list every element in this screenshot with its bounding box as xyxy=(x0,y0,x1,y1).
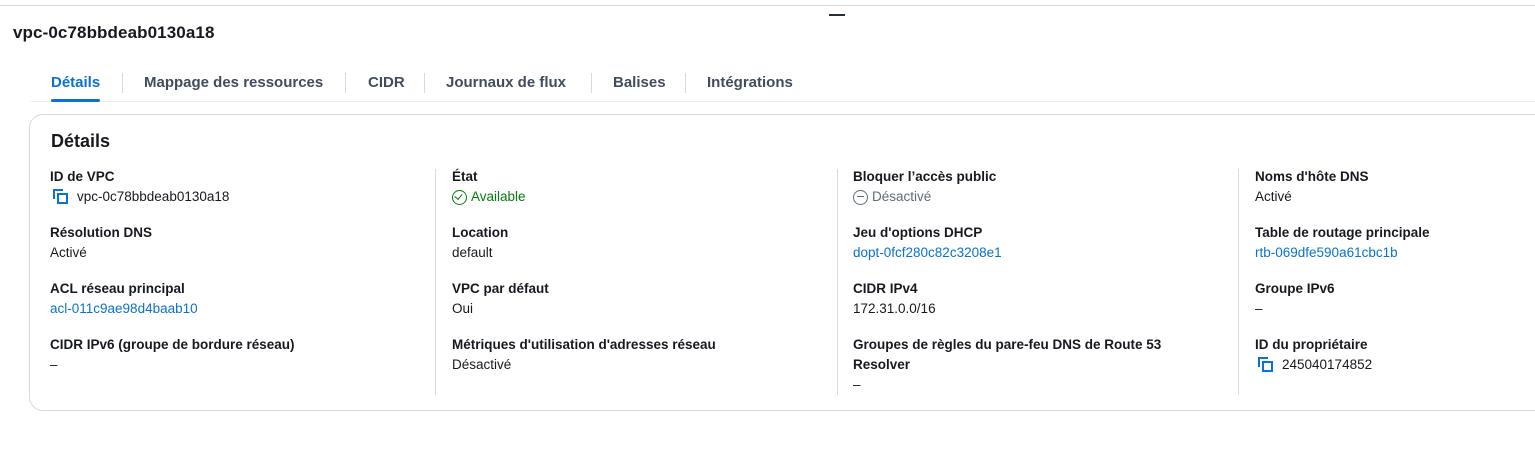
page-title: vpc-0c78bbdeab0130a18 xyxy=(13,23,215,42)
column-divider xyxy=(435,169,436,395)
field-dns-resolution: Résolution DNS Activé xyxy=(50,223,152,263)
panel-title: Détails xyxy=(51,131,111,151)
field-location: Location default xyxy=(452,223,508,263)
field-value: – xyxy=(1255,301,1263,316)
status-stopped-icon xyxy=(853,189,868,205)
dhcp-options-link[interactable]: dopt-0fcf280c82c3208e1 xyxy=(853,243,1002,263)
field-dhcp-options: Jeu d'options DHCP dopt-0fcf280c82c3208e… xyxy=(853,223,1002,263)
tab-separator xyxy=(122,73,123,93)
field-value: Oui xyxy=(452,301,474,316)
tab-integrations[interactable]: Intégrations xyxy=(707,64,793,101)
tab-separator xyxy=(424,73,425,93)
field-value: default xyxy=(452,245,493,260)
tab-separator xyxy=(591,73,592,93)
field-label: Métriques d'utilisation d'adresses résea… xyxy=(452,337,716,352)
tab-separator xyxy=(685,73,686,93)
block-public-access-value: Désactivé xyxy=(872,189,932,204)
field-value: Désactivé xyxy=(853,187,996,207)
field-label: Groupe IPv6 xyxy=(1255,281,1335,296)
tab-tags[interactable]: Balises xyxy=(613,64,666,101)
field-dns-hostnames: Noms d'hôte DNS Activé xyxy=(1255,167,1368,207)
field-value: 245040174852 xyxy=(1255,355,1372,375)
field-label: ACL réseau principal xyxy=(50,281,185,296)
vpc-id-value: vpc-0c78bbdeab0130a18 xyxy=(77,189,230,204)
copy-icon[interactable] xyxy=(53,189,71,205)
status-success-icon xyxy=(452,189,467,205)
field-ipv6-cidr-border: CIDR IPv6 (groupe de bordure réseau) – xyxy=(50,335,295,375)
field-main-acl: ACL réseau principal acl-011c9ae98d4baab… xyxy=(50,279,198,319)
field-label: Jeu d'options DHCP xyxy=(853,225,983,240)
panel-resize-handle[interactable] xyxy=(829,14,845,16)
tab-details[interactable]: Détails xyxy=(51,64,101,102)
field-label: VPC par défaut xyxy=(452,281,549,296)
field-value: 172.31.0.0/16 xyxy=(853,301,936,316)
field-default-vpc: VPC par défaut Oui xyxy=(452,279,549,319)
field-value: Désactivé xyxy=(452,357,512,372)
field-label: Noms d'hôte DNS xyxy=(1255,169,1369,184)
field-ipv4-cidr: CIDR IPv4 172.31.0.0/16 xyxy=(853,279,936,319)
field-label: CIDR IPv6 (groupe de bordure réseau) xyxy=(50,337,295,352)
copy-icon[interactable] xyxy=(1258,357,1276,373)
field-block-public-access: Bloquer l’accès public Désactivé xyxy=(853,167,996,207)
field-label: Location xyxy=(452,225,509,240)
field-value: – xyxy=(853,377,861,392)
tab-list: Détails Mappage des ressources CIDR Jour… xyxy=(31,64,1535,102)
field-label: État xyxy=(452,169,478,184)
field-value: Available xyxy=(452,187,526,207)
field-label: Table de routage principale xyxy=(1255,225,1430,240)
details-panel: Détails ID de VPC vpc-0c78bbdeab0130a18 … xyxy=(29,114,1535,411)
main-route-table-link[interactable]: rtb-069dfe590a61cbc1b xyxy=(1255,243,1430,263)
main-acl-link[interactable]: acl-011c9ae98d4baab10 xyxy=(50,299,198,319)
field-value: Activé xyxy=(1255,189,1292,204)
top-border xyxy=(0,0,1535,6)
column-divider xyxy=(1238,169,1239,395)
field-state: État Available xyxy=(452,167,526,207)
field-network-metrics: Métriques d'utilisation d'adresses résea… xyxy=(452,335,716,375)
state-value: Available xyxy=(471,189,526,204)
field-label: ID du propriétaire xyxy=(1255,337,1368,352)
field-value: Activé xyxy=(50,245,87,260)
field-ipv6-group: Groupe IPv6 – xyxy=(1255,279,1335,319)
field-main-route-table: Table de routage principale rtb-069dfe59… xyxy=(1255,223,1430,263)
column-divider xyxy=(837,169,838,395)
field-label: ID de VPC xyxy=(50,169,115,184)
tab-resource-map[interactable]: Mappage des ressources xyxy=(144,64,323,101)
field-owner-id: ID du propriétaire 245040174852 xyxy=(1255,335,1372,375)
field-label-continued: Resolver xyxy=(853,357,911,372)
field-route53-firewall: Groupes de règles du pare-feu DNS de Rou… xyxy=(853,335,1161,395)
field-label: CIDR IPv4 xyxy=(853,281,918,296)
field-label: Bloquer l’accès public xyxy=(853,169,997,184)
field-label: Groupes de règles du pare-feu DNS de Rou… xyxy=(853,337,1162,352)
field-value: vpc-0c78bbdeab0130a18 xyxy=(50,187,229,207)
tab-separator xyxy=(345,73,346,93)
owner-id-value: 245040174852 xyxy=(1282,357,1373,372)
field-vpc-id: ID de VPC vpc-0c78bbdeab0130a18 xyxy=(50,167,229,207)
tab-cidr[interactable]: CIDR xyxy=(368,64,405,101)
field-label: Résolution DNS xyxy=(50,225,153,240)
field-value: – xyxy=(50,357,58,372)
tab-flow-logs[interactable]: Journaux de flux xyxy=(446,64,566,101)
